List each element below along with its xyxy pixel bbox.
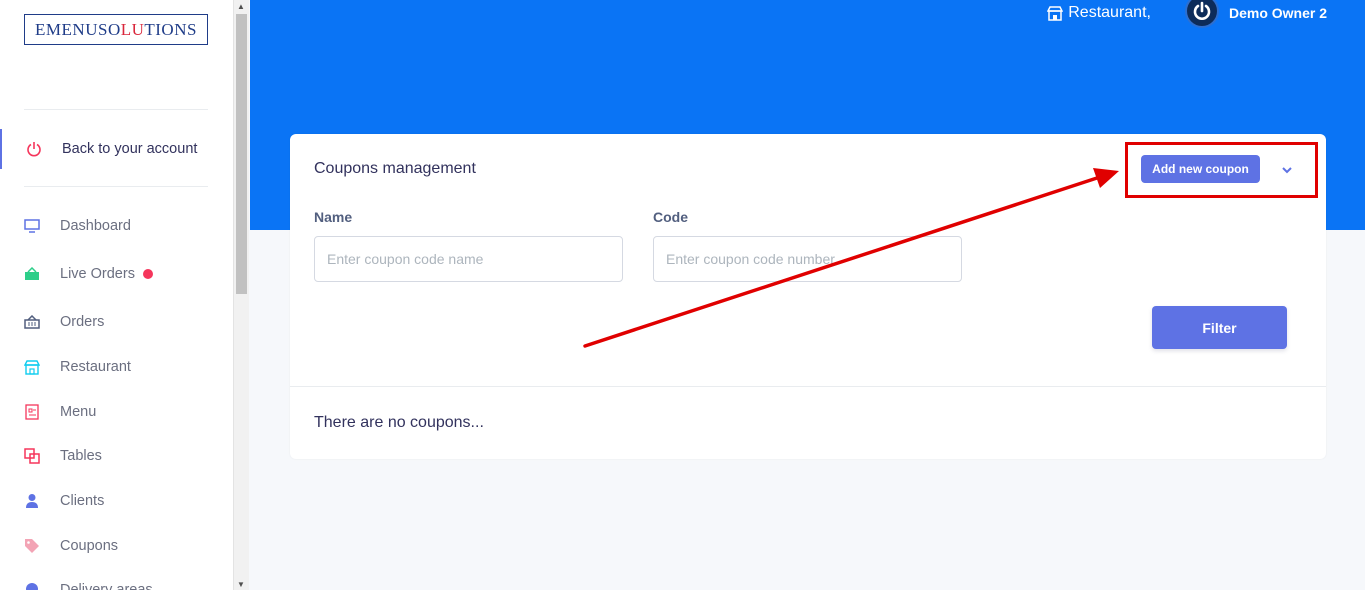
sidebar-item-live-orders[interactable]: Live Orders (0, 254, 233, 294)
brand-logo[interactable]: EMENUSO LU TIONS (24, 14, 208, 45)
code-field-label: Code (653, 209, 688, 225)
menu-book-icon (23, 403, 41, 421)
logo-text-end: TIONS (144, 19, 197, 39)
sidebar-item-orders[interactable]: Orders (0, 302, 233, 342)
sidebar-scrollbar[interactable]: ▲ ▼ (233, 0, 249, 590)
logo-text: EMENUSO (35, 19, 121, 39)
name-field-label: Name (314, 209, 353, 225)
tables-icon (23, 447, 41, 465)
back-to-account-link[interactable]: Back to your account (0, 129, 233, 169)
empty-state-message: There are no coupons... (314, 414, 484, 431)
back-to-account-label: Back to your account (62, 141, 198, 157)
sidebar-item-label: Menu (60, 404, 97, 420)
sidebar-divider (24, 109, 208, 110)
sidebar-item-label: Delivery areas (60, 582, 153, 590)
sidebar-item-label: Restaurant (60, 359, 131, 375)
sidebar-item-label: Dashboard (60, 218, 131, 234)
coupon-code-input[interactable] (653, 236, 962, 282)
live-indicator-dot (142, 269, 153, 280)
shop-icon (23, 358, 41, 376)
sidebar-item-delivery-areas[interactable]: Delivery areas (0, 570, 233, 590)
power-icon (25, 140, 43, 158)
logo-text-highlight: LU (120, 19, 145, 39)
sidebar-divider (24, 186, 208, 187)
scrollbar-thumb[interactable] (236, 14, 247, 294)
annotation-highlight-box (1125, 142, 1318, 198)
sidebar-item-restaurant[interactable]: Restaurant (0, 347, 233, 387)
restaurant-link[interactable]: Restaurant, (1047, 4, 1151, 22)
sidebar-item-label: Live Orders (60, 266, 135, 282)
monitor-icon (23, 217, 41, 235)
sidebar-item-label: Coupons (60, 538, 119, 554)
coupons-card: Coupons management Add new coupon Name C… (290, 134, 1326, 459)
sidebar: EMENUSO LU TIONS Back to your account Dash… (0, 0, 233, 590)
sidebar-item-label: Orders (60, 314, 105, 330)
sidebar-item-menu[interactable]: Menu (0, 392, 233, 432)
sidebar-item-clients[interactable]: Clients (0, 481, 233, 521)
basket-icon (23, 265, 41, 283)
sidebar-item-label-wrap: Live Orders (60, 266, 153, 282)
restaurant-label: Restaurant, (1068, 4, 1151, 21)
power-icon (1193, 1, 1211, 20)
basket-icon (23, 313, 41, 331)
sidebar-item-coupons[interactable]: Coupons (0, 526, 233, 566)
pin-icon (23, 581, 41, 590)
user-name[interactable]: Demo Owner 2 (1229, 5, 1327, 21)
sidebar-item-tables[interactable]: Tables (0, 436, 233, 476)
card-divider (290, 386, 1326, 387)
coupon-name-input[interactable] (314, 236, 623, 282)
filter-button[interactable]: Filter (1152, 306, 1287, 349)
user-icon (23, 492, 41, 510)
sidebar-item-label: Clients (60, 493, 105, 509)
shop-icon (1047, 5, 1064, 21)
page-title: Coupons management (314, 160, 476, 177)
scroll-up-arrow-icon[interactable]: ▲ (237, 2, 245, 11)
top-navbar: Restaurant, Demo Owner 2 (1047, 0, 1327, 28)
tag-icon (23, 537, 41, 555)
sidebar-item-dashboard[interactable]: Dashboard (0, 206, 233, 246)
scroll-down-arrow-icon[interactable]: ▼ (237, 580, 245, 589)
avatar[interactable] (1184, 0, 1219, 28)
sidebar-item-label: Tables (60, 448, 102, 464)
